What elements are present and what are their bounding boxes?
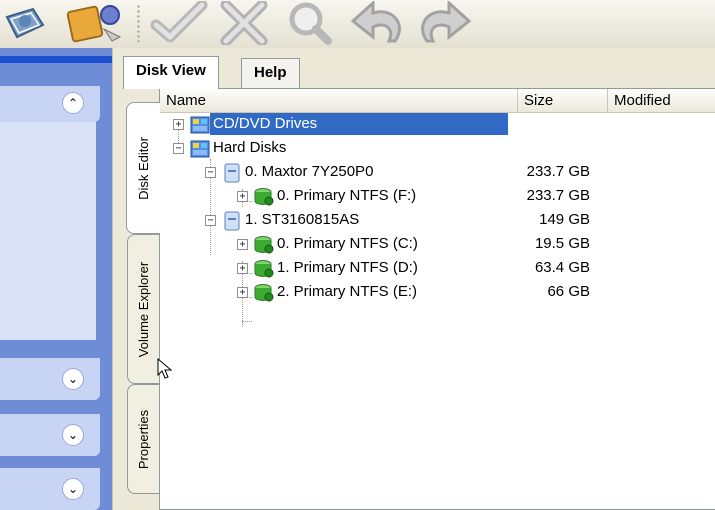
hard-disk-icon — [224, 211, 240, 231]
tree-label[interactable]: CD/DVD Drives — [210, 113, 508, 135]
tab-help[interactable]: Help — [241, 58, 300, 88]
disk-tree-view[interactable]: Name Size Modified + CD/DVD Drives − Har… — [159, 88, 715, 510]
tree-size: 19.5 GB — [534, 235, 590, 252]
tree-label[interactable]: 1. Primary NTFS (D:) — [274, 257, 421, 279]
nav-section-3[interactable]: ⌄ — [0, 414, 100, 456]
column-header-size[interactable]: Size — [518, 89, 608, 112]
expand-icon[interactable]: + — [237, 263, 248, 274]
tree-size: 66 GB — [547, 283, 590, 300]
drive-group-icon — [190, 116, 210, 134]
tree-line — [242, 321, 252, 322]
navigation-pane: ⌃ ⌄ ⌄ ⌄ — [0, 48, 112, 510]
tree-size: 233.7 GB — [526, 163, 590, 180]
partition-icon — [254, 284, 274, 302]
tree-size: 233.7 GB — [526, 187, 590, 204]
wizard-icon[interactable] — [62, 0, 126, 46]
undo-icon[interactable] — [348, 0, 410, 46]
tree-label[interactable]: 2. Primary NTFS (E:) — [274, 281, 420, 303]
tree-label[interactable]: Hard Disks — [210, 137, 289, 159]
nav-section-2[interactable]: ⌄ — [0, 358, 100, 400]
partition-icon — [254, 260, 274, 278]
apply-check-icon[interactable] — [148, 0, 212, 46]
basket-icon[interactable] — [0, 0, 50, 46]
side-tab-label: Disk Editor — [136, 136, 152, 200]
partition-icon — [254, 188, 274, 206]
nav-section-1[interactable]: ⌃ — [0, 86, 100, 122]
collapse-chevron-icon[interactable]: ⌃ — [62, 92, 84, 114]
mouse-cursor-icon — [157, 358, 173, 379]
expand-chevron-icon[interactable]: ⌄ — [62, 478, 84, 500]
column-header-modified[interactable]: Modified — [608, 89, 715, 112]
nav-section-1-body — [0, 122, 96, 340]
expand-icon[interactable]: + — [173, 119, 184, 130]
tree-row-partition[interactable]: + 1. Primary NTFS (D:) 63.4 GB — [160, 257, 715, 281]
tree-size: 149 GB — [539, 211, 590, 228]
column-header-name[interactable]: Name — [160, 89, 518, 112]
hard-disk-icon — [224, 163, 240, 183]
magnifier-icon[interactable] — [280, 0, 340, 46]
expand-icon[interactable]: + — [237, 287, 248, 298]
expand-icon[interactable]: + — [237, 191, 248, 202]
redo-icon[interactable] — [412, 0, 474, 46]
tree-row-partition[interactable]: + 0. Primary NTFS (C:) 19.5 GB — [160, 233, 715, 257]
tree-row-disk-1[interactable]: − 1. ST3160815AS 149 GB — [160, 209, 715, 233]
tree-size: 63.4 GB — [534, 259, 590, 276]
tree-label[interactable]: 1. ST3160815AS — [242, 209, 362, 231]
tree-size — [488, 137, 590, 159]
toolbar — [0, 0, 715, 48]
main-pane: Disk View Help Disk Editor Volume Explor… — [112, 48, 715, 510]
tab-disk-view[interactable]: Disk View — [123, 56, 219, 89]
tree-row-cd-dvd-drives[interactable]: + CD/DVD Drives — [160, 113, 715, 137]
tree-row-disk-0[interactable]: − 0. Maxtor 7Y250P0 233.7 GB — [160, 161, 715, 185]
side-tab-label: Properties — [136, 409, 151, 469]
side-tab-volume-explorer[interactable]: Volume Explorer — [127, 234, 159, 384]
expand-chevron-icon[interactable]: ⌄ — [62, 424, 84, 446]
partition-icon — [254, 236, 274, 254]
tree-label[interactable]: 0. Primary NTFS (C:) — [274, 233, 421, 255]
tree-label[interactable]: 0. Primary NTFS (F:) — [274, 185, 419, 207]
expand-icon[interactable]: + — [237, 239, 248, 250]
collapse-icon[interactable]: − — [205, 167, 216, 178]
side-tab-properties[interactable]: Properties — [127, 384, 159, 494]
tree-row-hard-disks[interactable]: − Hard Disks — [160, 137, 715, 161]
collapse-icon[interactable]: − — [173, 143, 184, 154]
tree-row-partition[interactable]: + 2. Primary NTFS (E:) 66 GB — [160, 281, 715, 305]
nav-section-4[interactable]: ⌄ — [0, 468, 100, 510]
expand-chevron-icon[interactable]: ⌄ — [62, 368, 84, 390]
discard-x-icon[interactable] — [214, 0, 274, 46]
tree-row-partition[interactable]: + 0. Primary NTFS (F:) 233.7 GB — [160, 185, 715, 209]
side-tab-label: Volume Explorer — [136, 261, 152, 357]
nav-header-bar — [0, 56, 112, 63]
drive-group-icon — [190, 140, 210, 158]
list-header: Name Size Modified — [160, 89, 715, 113]
tree-label[interactable]: 0. Maxtor 7Y250P0 — [242, 161, 376, 183]
side-tab-disk-editor[interactable]: Disk Editor — [126, 102, 160, 234]
tree-size — [488, 113, 590, 135]
toolbar-grip[interactable] — [136, 4, 141, 42]
collapse-icon[interactable]: − — [205, 215, 216, 226]
